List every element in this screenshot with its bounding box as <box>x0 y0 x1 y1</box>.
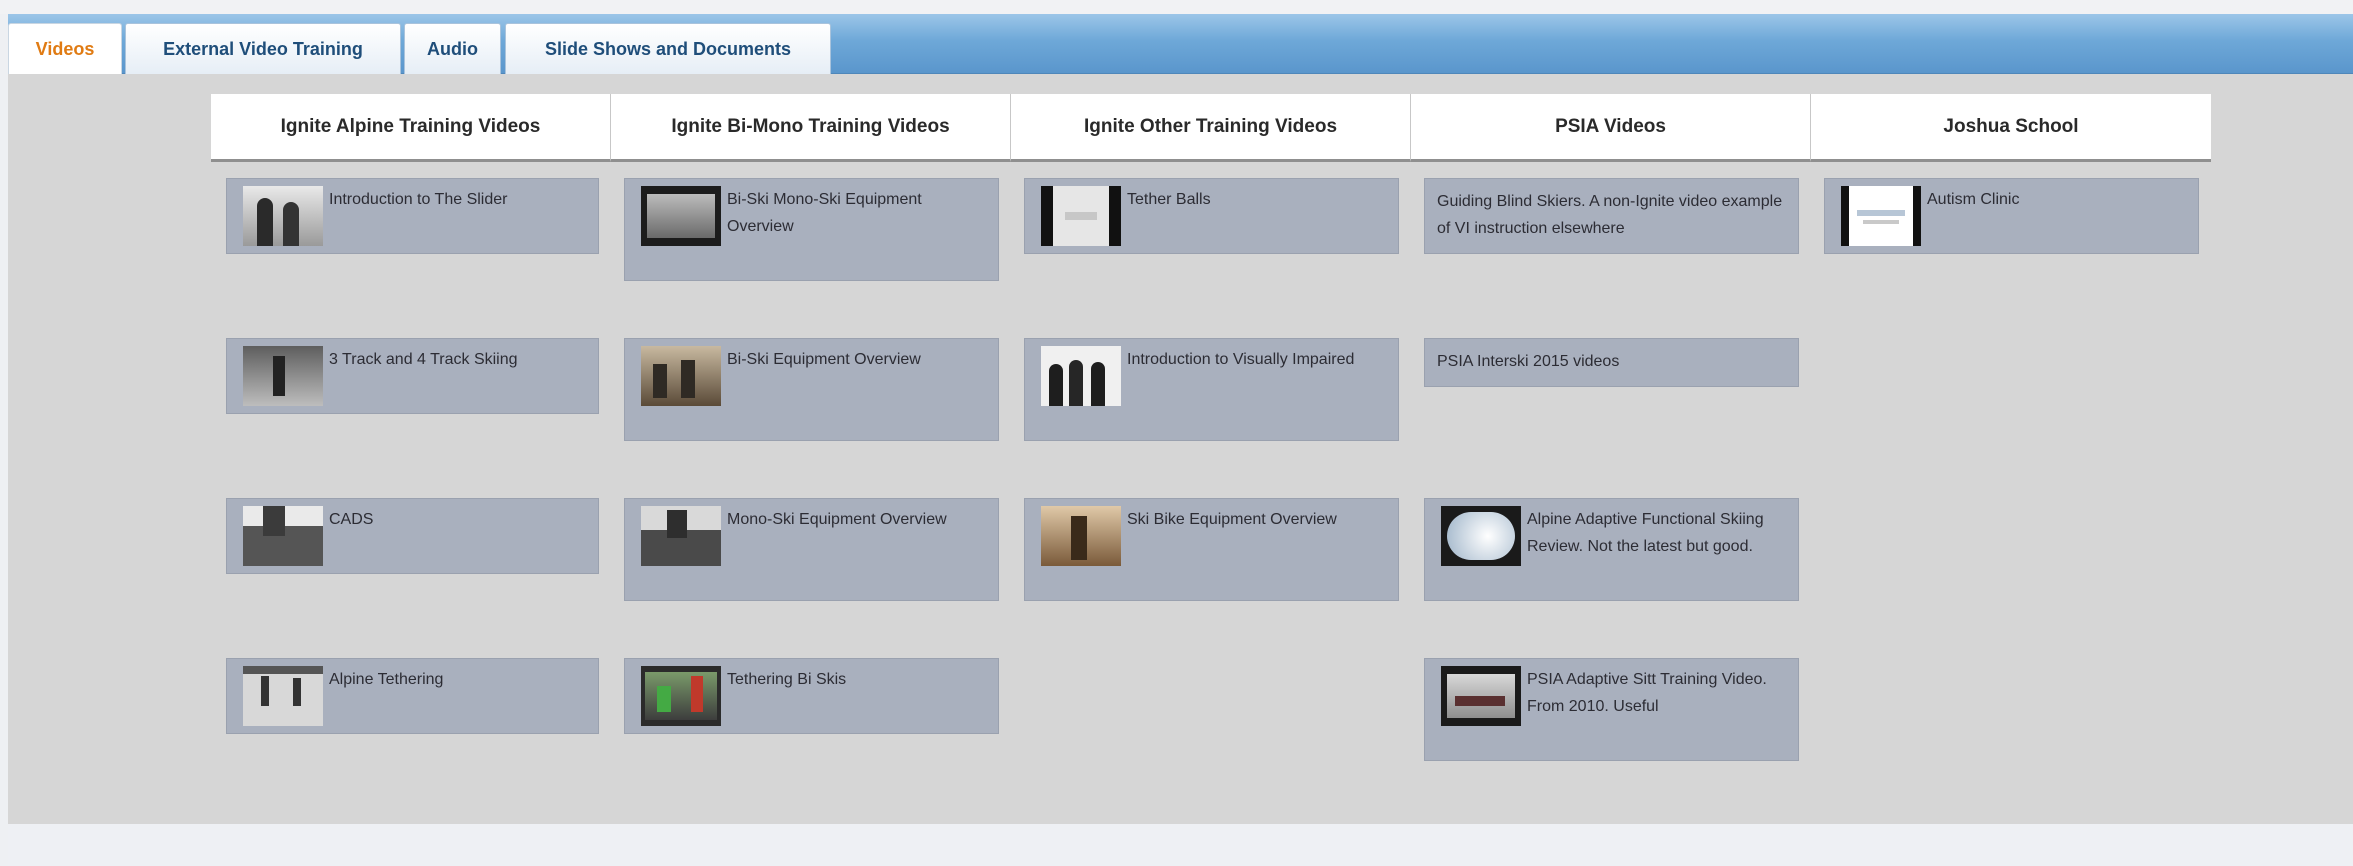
people-thumbnail <box>1041 346 1121 406</box>
video-title: PSIA Interski 2015 videos <box>1437 353 1620 370</box>
video-title: Bi-Ski Mono-Ski Equipment Overview <box>727 191 922 235</box>
video-title: Autism Clinic <box>1927 191 2020 208</box>
video-item-guiding-blind-skiers[interactable]: Guiding Blind Skiers. A non-Ignite video… <box>1424 178 1799 254</box>
mono-ski-thumbnail <box>641 506 721 566</box>
video-item-introduction-to-the-slider[interactable]: Introduction to The Slider <box>226 178 599 254</box>
video-title: CADS <box>329 511 374 528</box>
video-item-mono-ski-equipment-overview[interactable]: Mono-Ski Equipment Overview <box>624 498 999 601</box>
video-item-psia-interski-2015[interactable]: PSIA Interski 2015 videos <box>1424 338 1799 387</box>
video-item-cads[interactable]: CADS <box>226 498 599 574</box>
video-item-tether-balls[interactable]: Tether Balls <box>1024 178 1399 254</box>
tab-audio[interactable]: Audio <box>404 23 501 74</box>
top-strip <box>0 0 2353 14</box>
video-title: Ski Bike Equipment Overview <box>1127 511 1337 528</box>
joshua-school-thumbnail <box>1841 186 1921 246</box>
video-item-bi-ski-equipment-overview[interactable]: Bi-Ski Equipment Overview <box>624 338 999 441</box>
snow-thumbnail <box>1441 506 1521 566</box>
tab-videos[interactable]: Videos <box>8 23 122 75</box>
tether-balls-thumbnail <box>1041 186 1121 246</box>
video-item-alpine-tethering[interactable]: Alpine Tethering <box>226 658 599 734</box>
video-item-3-track-and-4-track-skiing[interactable]: 3 Track and 4 Track Skiing <box>226 338 599 414</box>
column-header-ignite-other: Ignite Other Training Videos <box>1011 94 1411 162</box>
group-thumbnail <box>641 346 721 406</box>
column-header-psia-videos: PSIA Videos <box>1411 94 1811 162</box>
tab-slide-shows-and-documents[interactable]: Slide Shows and Documents <box>505 23 831 74</box>
column-header-ignite-alpine: Ignite Alpine Training Videos <box>211 94 611 162</box>
video-item-tethering-bi-skis[interactable]: Tethering Bi Skis <box>624 658 999 734</box>
video-title: Introduction to The Slider <box>329 191 508 208</box>
video-title: Mono-Ski Equipment Overview <box>727 511 947 528</box>
video-title: 3 Track and 4 Track Skiing <box>329 351 518 368</box>
video-title: Introduction to Visually Impaired <box>1127 351 1355 368</box>
video-item-autism-clinic[interactable]: Autism Clinic <box>1824 178 2199 254</box>
two-figures-thumbnail <box>243 186 323 246</box>
video-title: Bi-Ski Equipment Overview <box>727 351 921 368</box>
video-item-alpine-adaptive-functional-skiing[interactable]: Alpine Adaptive Functional Skiing Review… <box>1424 498 1799 601</box>
video-item-bi-ski-mono-ski-equipment-overview[interactable]: Bi-Ski Mono-Ski Equipment Overview <box>624 178 999 281</box>
equipment-thumbnail <box>243 506 323 566</box>
footer-bar <box>8 824 2353 866</box>
sit-ski-thumbnail <box>1441 666 1521 726</box>
monitor-thumbnail <box>641 186 721 246</box>
skier-thumbnail <box>243 346 323 406</box>
column-header-joshua-school: Joshua School <box>1811 94 2211 162</box>
tab-bar: Videos External Video Training Audio Sli… <box>8 14 2353 75</box>
video-title: Tether Balls <box>1127 191 1211 208</box>
video-title: Alpine Tethering <box>329 671 444 688</box>
video-title: Guiding Blind Skiers. A non-Ignite video… <box>1437 193 1783 237</box>
video-item-introduction-to-visually-impaired[interactable]: Introduction to Visually Impaired <box>1024 338 1399 441</box>
video-title: PSIA Adaptive Sitt Training Video. From … <box>1527 671 1767 715</box>
tether-thumbnail <box>243 666 323 726</box>
tab-external-video-training[interactable]: External Video Training <box>125 23 401 74</box>
videos-panel: Ignite Alpine Training Videos Ignite Bi-… <box>8 74 2353 824</box>
ski-bike-thumbnail <box>1041 506 1121 566</box>
column-header-ignite-bi-mono: Ignite Bi-Mono Training Videos <box>611 94 1011 162</box>
video-item-psia-adaptive-sitt-training[interactable]: PSIA Adaptive Sitt Training Video. From … <box>1424 658 1799 761</box>
tether-bi-thumbnail <box>641 666 721 726</box>
video-item-ski-bike-equipment-overview[interactable]: Ski Bike Equipment Overview <box>1024 498 1399 601</box>
video-title: Alpine Adaptive Functional Skiing Review… <box>1527 511 1764 555</box>
video-title: Tethering Bi Skis <box>727 671 847 688</box>
